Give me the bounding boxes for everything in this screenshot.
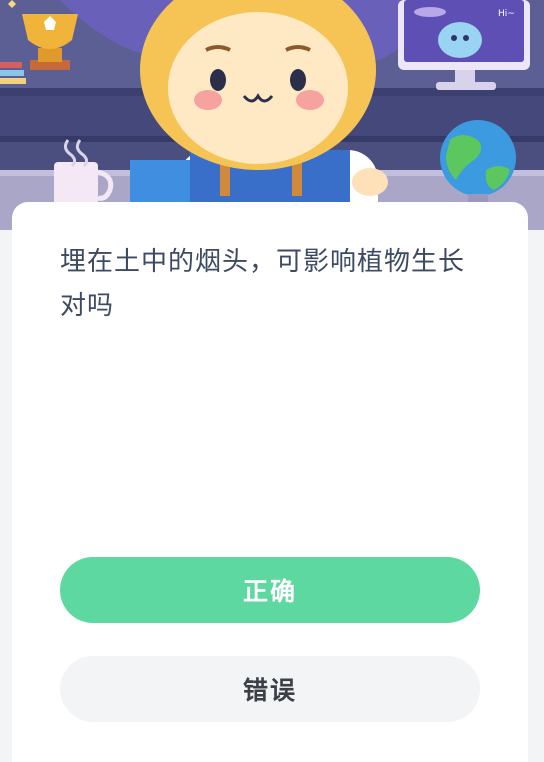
hi-bubble-text: Hi~ xyxy=(498,9,515,19)
answer-correct-label: 正确 xyxy=(242,577,297,606)
answer-correct-button[interactable]: 正确 xyxy=(60,557,480,623)
question-text: 埋在土中的烟头，可影响植物生长对吗 xyxy=(60,247,466,321)
question-card: 埋在土中的烟头，可影响植物生长对吗 正确 错误 xyxy=(12,202,528,762)
mascot-character xyxy=(130,0,388,230)
answer-wrong-button[interactable]: 错误 xyxy=(60,656,480,722)
answer-wrong-label: 错误 xyxy=(242,676,297,705)
header-illustration: Hi~ xyxy=(0,0,544,230)
